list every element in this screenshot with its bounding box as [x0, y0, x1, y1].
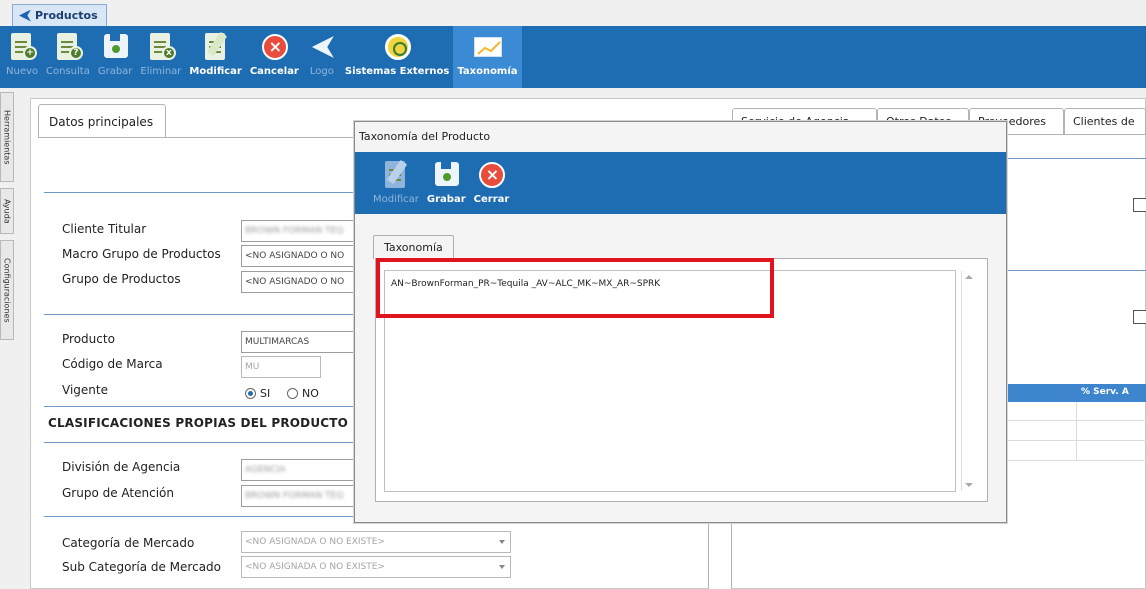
side-tab-help[interactable]: Ayuda: [0, 188, 14, 234]
scrollbar[interactable]: [961, 271, 975, 491]
divider: [44, 442, 354, 443]
grupo-productos-select[interactable]: <NO ASIGNADO O NO: [241, 271, 354, 293]
side-tab-tools[interactable]: Herramientas: [0, 92, 14, 182]
logo-button[interactable]: Logo: [303, 26, 341, 88]
edit-icon: [381, 159, 411, 190]
table-row: [1005, 420, 1146, 421]
vigente-si-label: SI: [260, 387, 271, 400]
producto-label: Producto: [62, 332, 115, 346]
modify-button[interactable]: Modificar: [185, 26, 245, 88]
grupo-productos-label: Grupo de Productos: [62, 272, 181, 286]
divider: [44, 406, 354, 407]
tab-datos-principales[interactable]: Datos principales: [38, 104, 166, 138]
new-button[interactable]: + Nuevo: [2, 26, 42, 88]
app-logo-icon: [19, 9, 31, 22]
section-title: CLASIFICACIONES PROPIAS DEL PRODUCTO: [48, 416, 349, 430]
division-agencia-label: División de Agencia: [62, 460, 181, 474]
producto-field[interactable]: MULTIMARCAS: [241, 331, 354, 353]
divider: [1005, 158, 1146, 159]
vigente-no-radio[interactable]: [287, 388, 298, 399]
tab-clientes[interactable]: Clientes de: [1064, 108, 1146, 134]
chevron-down-icon: [499, 540, 505, 544]
window-tab[interactable]: Productos: [12, 4, 107, 26]
side-tab-settings[interactable]: Configuraciones: [0, 240, 14, 340]
vigente-si-radio[interactable]: [245, 388, 256, 399]
option-checkbox[interactable]: [1133, 310, 1146, 324]
divider: [1005, 270, 1146, 271]
delete-button[interactable]: x Eliminar: [136, 26, 185, 88]
division-agencia-field[interactable]: AGENCIA: [241, 459, 354, 481]
logo-icon: [307, 32, 337, 62]
vigente-no-label: NO: [302, 387, 319, 400]
macro-grupo-label: Macro Grupo de Productos: [62, 247, 221, 261]
chart-icon: [472, 32, 503, 62]
vigente-label: Vigente: [62, 383, 108, 397]
scroll-down-icon: [965, 483, 973, 487]
highlight-box: [376, 258, 774, 318]
edit-icon: [201, 31, 231, 62]
query-button[interactable]: ? Consulta: [42, 26, 94, 88]
cliente-titular-label: Cliente Titular: [62, 222, 147, 236]
close-icon: ×: [476, 160, 506, 190]
delete-doc-icon: x: [146, 32, 176, 62]
cancel-button[interactable]: × Cancelar: [246, 26, 303, 88]
scroll-up-icon: [965, 275, 973, 279]
save-icon: [100, 32, 130, 62]
chevron-down-icon: [499, 565, 505, 569]
table-row: [1005, 460, 1146, 461]
dialog-toolbar: Modificar Grabar × Cerrar: [355, 152, 1006, 214]
new-doc-icon: +: [7, 32, 37, 62]
external-systems-button[interactable]: Sistemas Externos: [341, 26, 453, 88]
grid-column-divider: [1076, 402, 1077, 460]
grupo-atencion-field[interactable]: BROWN FORMAN TEQ: [241, 485, 354, 507]
cancel-icon: ×: [259, 32, 289, 62]
dialog-save-button[interactable]: Grabar: [423, 152, 470, 214]
dialog-title: Taxonomía del Producto: [359, 130, 491, 143]
globe-icon: [382, 32, 412, 62]
tab-taxonomia[interactable]: Taxonomía: [373, 235, 454, 259]
macro-grupo-select[interactable]: <NO ASIGNADO O NO: [241, 245, 354, 267]
window-tab-label: Productos: [35, 9, 98, 22]
codigo-marca-field[interactable]: MU: [241, 356, 321, 378]
table-row: [1005, 440, 1146, 441]
grid-header: % Serv. A: [1005, 384, 1146, 402]
taxonomy-dialog: Taxonomía del Producto Modificar Grabar …: [354, 121, 1007, 523]
codigo-marca-label: Código de Marca: [62, 357, 163, 371]
sub-categoria-mercado-select[interactable]: <NO ASIGNADA O NO EXISTE>: [241, 556, 511, 578]
dialog-modify-button[interactable]: Modificar: [369, 152, 423, 214]
categoria-mercado-label: Categoría de Mercado: [62, 536, 195, 550]
cliente-titular-field[interactable]: BROWN FORMAN TEQ: [241, 220, 354, 242]
categoria-mercado-select[interactable]: <NO ASIGNADA O NO EXISTE>: [241, 531, 511, 553]
grupo-atencion-label: Grupo de Atención: [62, 486, 174, 500]
query-doc-icon: ?: [53, 32, 83, 62]
save-button[interactable]: Grabar: [94, 26, 137, 88]
sub-categoria-mercado-label: Sub Categoría de Mercado: [62, 560, 221, 574]
dialog-close-button[interactable]: × Cerrar: [470, 152, 514, 214]
taxonomy-button[interactable]: Taxonomía: [453, 26, 522, 88]
main-toolbar: + Nuevo ? Consulta Grabar x Eliminar Mod…: [0, 26, 1146, 88]
save-icon: [431, 160, 461, 190]
option-checkbox[interactable]: [1133, 198, 1146, 212]
